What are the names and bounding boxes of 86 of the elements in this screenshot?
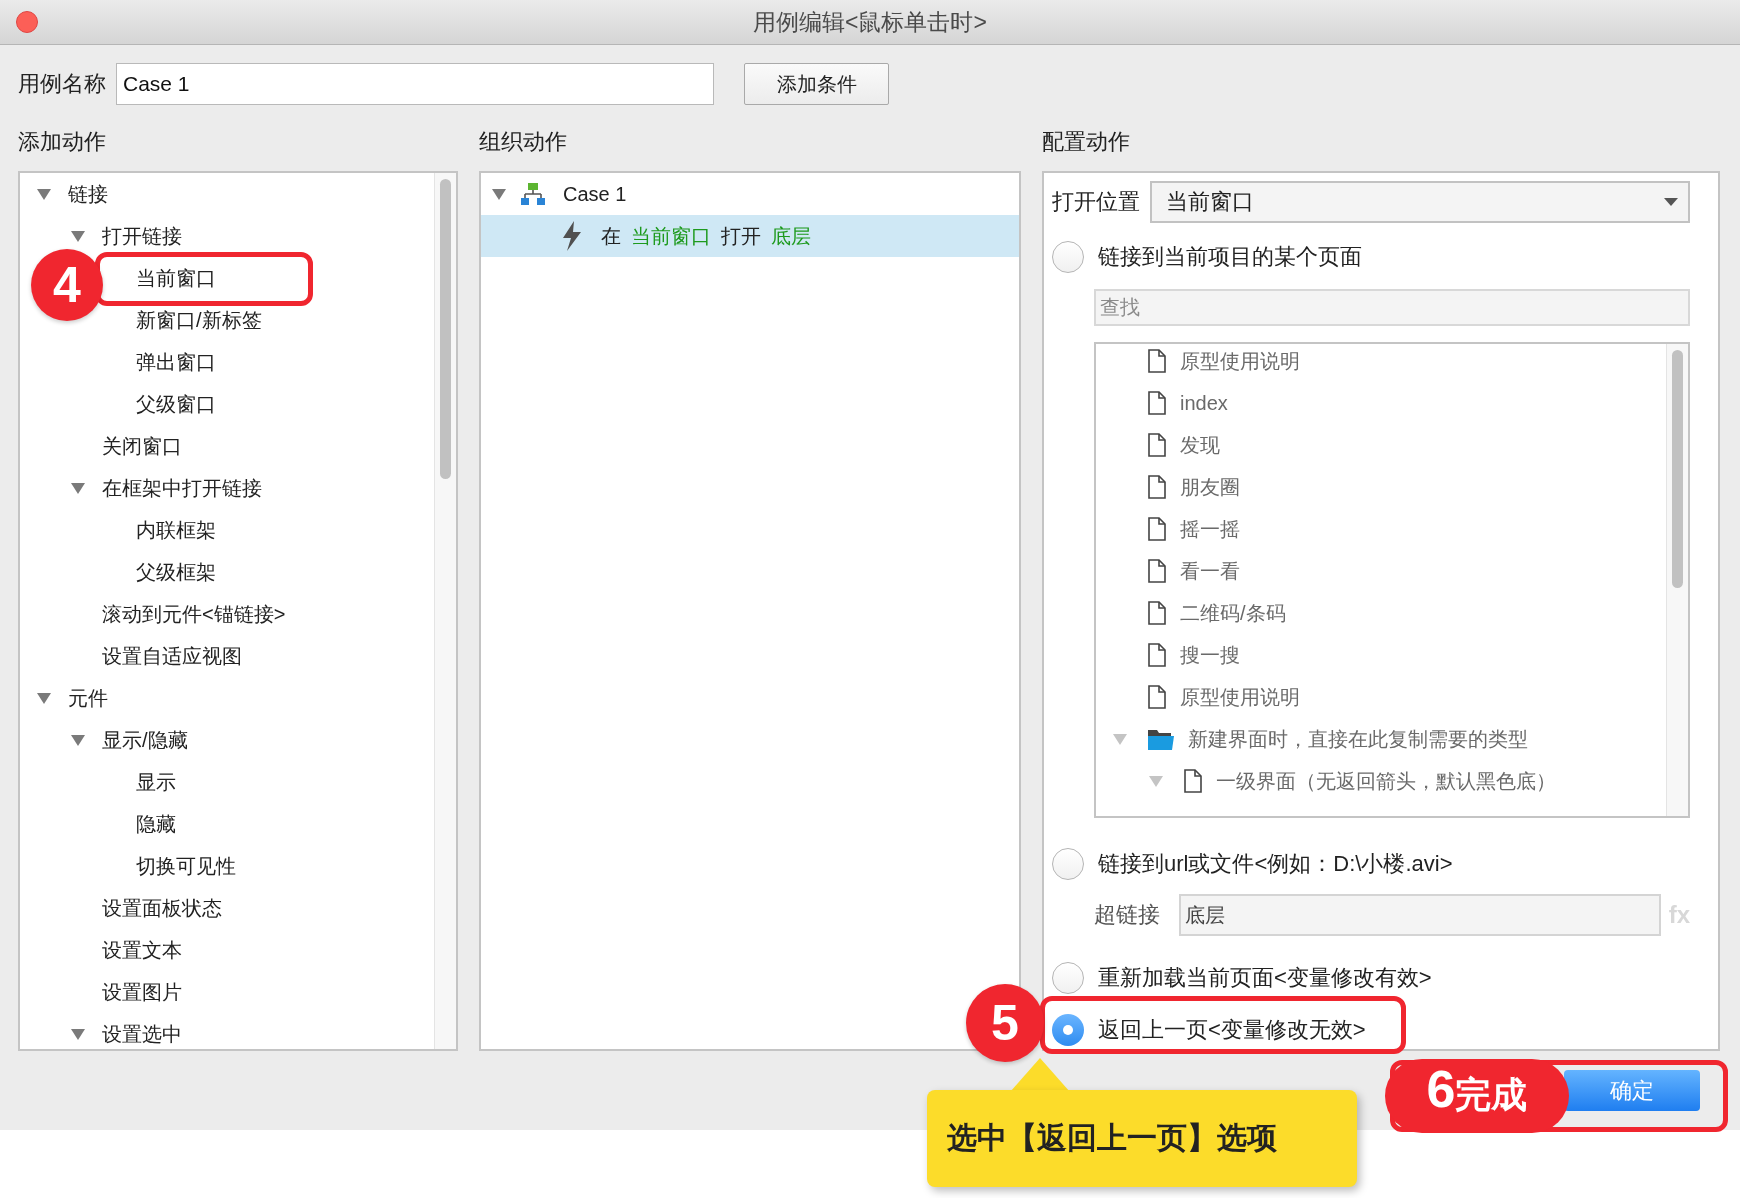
page-item[interactable]: 原型使用说明 — [1180, 347, 1300, 375]
page-item[interactable]: 搜一搜 — [1180, 641, 1240, 669]
radio-button[interactable] — [1052, 962, 1084, 994]
page-icon — [1148, 559, 1166, 583]
scrollbar-thumb[interactable] — [1672, 350, 1683, 588]
open-in-label: 打开位置 — [1052, 188, 1140, 216]
page-icon — [1148, 517, 1166, 541]
collapse-triangle-icon[interactable] — [70, 229, 86, 243]
action-tree-item[interactable]: 设置图片 — [102, 978, 182, 1006]
page-item[interactable]: index — [1180, 391, 1228, 415]
action-tree-item[interactable]: 在框架中打开链接 — [102, 474, 262, 502]
page-icon — [1148, 685, 1166, 709]
action-row[interactable]: 在 当前窗口 打开 底层 — [481, 215, 1019, 257]
action-tree-item[interactable]: 父级框架 — [136, 558, 216, 586]
case-item[interactable]: Case 1 — [563, 182, 627, 206]
collapse-triangle-icon[interactable] — [1148, 774, 1164, 788]
page-icon — [1148, 475, 1166, 499]
section-heading: 配置动作 — [1042, 128, 1130, 156]
action-tree-item[interactable]: 元件 — [68, 684, 108, 712]
action-tree-item[interactable]: 父级窗口 — [136, 390, 216, 418]
radio-button[interactable] — [1052, 848, 1084, 880]
action-tree-item[interactable]: 切换可见性 — [136, 852, 236, 880]
page-item[interactable]: 发现 — [1180, 431, 1220, 459]
collapse-triangle-icon[interactable] — [70, 481, 86, 495]
option-label: 返回上一页<变量修改无效> — [1098, 1016, 1366, 1044]
page-icon — [1148, 349, 1166, 373]
action-tree-item[interactable]: 链接 — [68, 180, 108, 208]
option-label: 链接到当前项目的某个页面 — [1098, 243, 1362, 271]
case-name-field[interactable]: Case 1 — [116, 63, 714, 105]
collapse-triangle-icon[interactable] — [70, 733, 86, 747]
collapse-triangle-icon[interactable] — [491, 187, 507, 201]
case-name-label: 用例名称 — [18, 70, 106, 98]
folder-icon — [1148, 728, 1174, 750]
action-tree-item[interactable]: 设置文本 — [102, 936, 182, 964]
window-title: 用例编辑<鼠标单击时> — [753, 7, 987, 37]
search-field[interactable]: 查找 — [1094, 289, 1690, 326]
radio-button[interactable] — [1052, 241, 1084, 273]
option-label: 链接到url或文件<例如：D:\小楼.avi> — [1098, 850, 1453, 878]
action-tree-item[interactable]: 隐藏 — [136, 810, 176, 838]
collapse-triangle-icon[interactable] — [1112, 732, 1128, 746]
step-badge: 6完成 — [1385, 1059, 1569, 1133]
page-icon — [1184, 769, 1202, 793]
hyperlink-field[interactable]: 底层 — [1179, 894, 1661, 936]
action-tree-item[interactable]: 关闭窗口 — [102, 432, 182, 460]
radio-button[interactable] — [1052, 1014, 1084, 1046]
action-tree-item[interactable]: 打开链接 — [102, 222, 182, 250]
page-icon — [1148, 433, 1166, 457]
action-text: 当前窗口 — [631, 223, 711, 249]
action-text: 底层 — [771, 223, 811, 249]
action-tree-item[interactable]: 当前窗口 — [136, 264, 216, 292]
open-in-dropdown[interactable]: 当前窗口 — [1150, 181, 1690, 223]
page-item[interactable]: 看一看 — [1180, 557, 1240, 585]
page-icon — [1148, 391, 1166, 415]
option-label: 重新加载当前页面<变量修改有效> — [1098, 964, 1432, 992]
scrollbar-thumb[interactable] — [440, 179, 451, 479]
sitemap-icon — [521, 183, 545, 205]
collapse-triangle-icon[interactable] — [70, 1027, 86, 1041]
action-tree-item[interactable]: 显示 — [136, 768, 176, 796]
action-tree-item[interactable]: 滚动到元件<锚链接> — [102, 600, 286, 628]
add-condition-button[interactable]: 添加条件 — [744, 63, 889, 105]
page-item[interactable]: 朋友圈 — [1180, 473, 1240, 501]
hyperlink-label: 超链接 — [1094, 901, 1161, 929]
close-button[interactable] — [16, 11, 38, 33]
page-item[interactable]: 摇一摇 — [1180, 515, 1240, 543]
action-tree-item[interactable]: 设置自适应视图 — [102, 642, 242, 670]
page-item[interactable]: 一级界面（无返回箭头，默认黑色底） — [1216, 767, 1556, 795]
action-tree-item[interactable]: 显示/隐藏 — [102, 726, 188, 754]
page-icon — [1148, 643, 1166, 667]
collapse-triangle-icon[interactable] — [36, 187, 52, 201]
action-tree-item[interactable]: 设置面板状态 — [102, 894, 222, 922]
action-text: 打开 — [721, 223, 761, 249]
page-item[interactable]: 新建界面时，直接在此复制需要的类型 — [1188, 725, 1528, 753]
callout-text: 选中【返回上一页】选项 — [947, 1120, 1277, 1156]
collapse-triangle-icon[interactable] — [36, 691, 52, 705]
action-text: 在 — [601, 223, 621, 249]
action-tree-item[interactable]: 设置选中 — [102, 1020, 182, 1048]
dropdown-caret-icon — [1664, 198, 1678, 206]
page-icon — [1148, 601, 1166, 625]
action-tree-item[interactable]: 新窗口/新标签 — [136, 306, 262, 334]
page-item[interactable]: 原型使用说明 — [1180, 683, 1300, 711]
action-tree-item[interactable]: 内联框架 — [136, 516, 216, 544]
section-heading: 添加动作 — [18, 128, 106, 156]
action-tree-item[interactable]: 弹出窗口 — [136, 348, 216, 376]
lightning-icon — [561, 221, 583, 251]
section-heading: 组织动作 — [479, 128, 567, 156]
page-item[interactable]: 二维码/条码 — [1180, 599, 1286, 627]
